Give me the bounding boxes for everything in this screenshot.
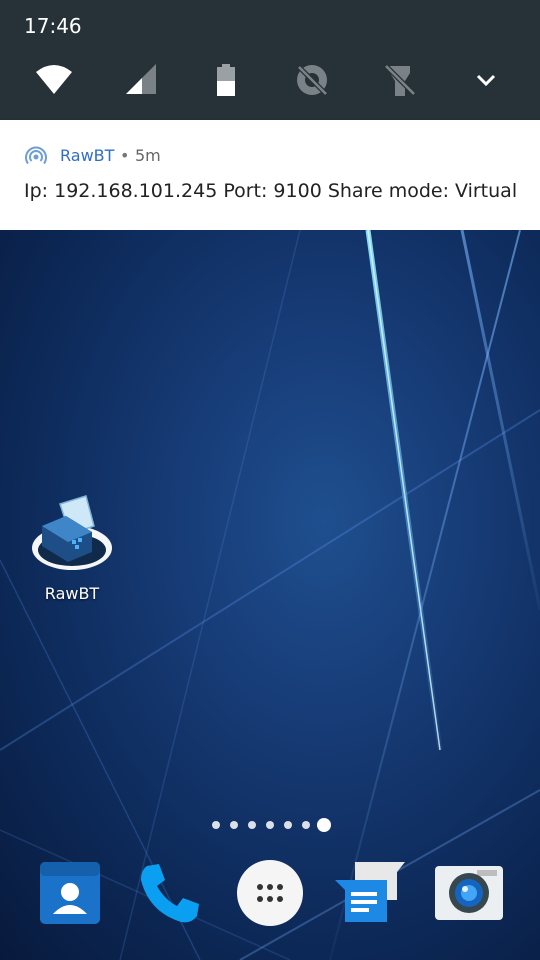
notification-text: Ip: 192.168.101.245 Port: 9100 Share mod… xyxy=(24,180,518,202)
page-dot xyxy=(302,821,310,829)
notification-time: 5m xyxy=(135,146,161,165)
wifi-icon[interactable] xyxy=(34,60,74,100)
flashlight-off-icon[interactable] xyxy=(380,60,420,100)
battery-icon[interactable] xyxy=(206,60,246,100)
page-indicator xyxy=(210,818,340,832)
app-label: RawBT xyxy=(44,584,100,603)
camera-icon[interactable] xyxy=(433,858,503,928)
rawbt-printer-icon xyxy=(32,495,112,570)
all-apps-icon[interactable] xyxy=(235,858,305,928)
page-dot xyxy=(266,821,274,829)
data-saver-off-icon[interactable] xyxy=(292,60,332,100)
quick-settings-panel: 17:46 xyxy=(0,0,540,120)
cellular-signal-icon[interactable] xyxy=(122,60,162,100)
signal-broadcast-icon xyxy=(25,146,47,165)
notification-app-name: RawBT xyxy=(60,146,115,165)
app-rawbt[interactable]: RawBT xyxy=(28,492,116,603)
phone-icon[interactable] xyxy=(135,858,205,928)
notification-card[interactable]: RawBT • 5m Ip: 192.168.101.245 Port: 910… xyxy=(0,120,540,230)
home-screen: RawBT xyxy=(0,230,540,960)
page-dot xyxy=(248,821,256,829)
messages-icon[interactable] xyxy=(335,858,405,928)
page-dot xyxy=(212,821,220,829)
contacts-icon[interactable] xyxy=(35,858,105,928)
notification-separator: • xyxy=(120,146,130,165)
page-dot-active xyxy=(317,818,331,832)
status-time: 17:46 xyxy=(24,14,82,38)
page-dot xyxy=(284,821,292,829)
expand-chevron-icon[interactable] xyxy=(466,60,506,100)
page-dot xyxy=(230,821,238,829)
